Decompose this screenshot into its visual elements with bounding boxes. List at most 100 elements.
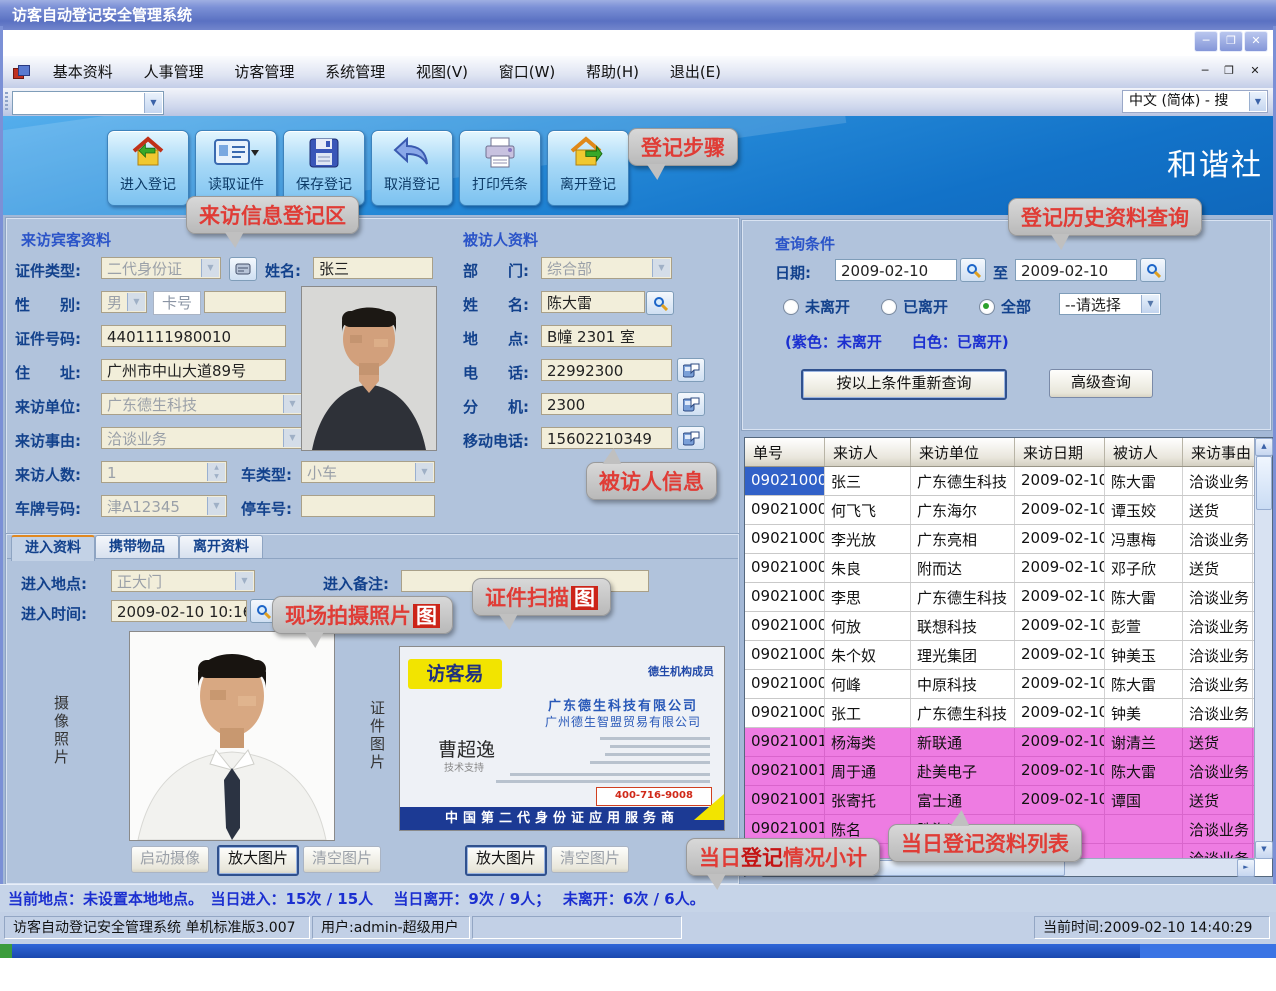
- leave-register-button[interactable]: 离开登记: [547, 130, 629, 206]
- mobile-label: 移动电话:: [463, 430, 529, 451]
- dept-combo[interactable]: 综合部▼: [541, 257, 672, 279]
- date-from-input[interactable]: 2009-02-10: [835, 259, 957, 281]
- clear-photo-button[interactable]: 清空图片: [303, 846, 381, 873]
- location-input[interactable]: B幢 2301 室: [541, 325, 672, 347]
- col-order-no[interactable]: 单号: [745, 438, 825, 466]
- close-button[interactable]: ✕: [1244, 31, 1268, 52]
- toolbar-grip[interactable]: [5, 92, 8, 112]
- zoom-card-button[interactable]: 放大图片: [465, 845, 547, 876]
- visited-name-input[interactable]: 陈大雷: [541, 291, 645, 313]
- col-date[interactable]: 来访日期: [1015, 438, 1105, 466]
- table-row[interactable]: 090210008何峰中原科技2009-02-10陈大雷洽谈业务: [745, 670, 1272, 699]
- restore-button[interactable]: ❐: [1219, 31, 1243, 52]
- tab-entry-data[interactable]: 进入资料: [11, 535, 95, 561]
- car-type-combo[interactable]: 小车▼: [301, 461, 435, 483]
- mobile-input[interactable]: 15602210349: [541, 427, 672, 449]
- table-row[interactable]: 090210004朱良附而达2009-02-10邓子欣送货: [745, 554, 1272, 583]
- radio-all[interactable]: 全部: [979, 296, 1031, 317]
- count-spinner[interactable]: 1 ▲▼: [101, 461, 227, 483]
- menu-basic-data[interactable]: 基本资料: [40, 56, 126, 88]
- vertical-scrollbar[interactable]: ▲ ▼: [1254, 438, 1272, 859]
- cert-type-combo[interactable]: 二代身份证▼: [101, 257, 221, 279]
- menu-system[interactable]: 系统管理: [312, 56, 398, 88]
- zoom-photo-button[interactable]: 放大图片: [217, 845, 299, 876]
- table-row[interactable]: 090210009张工广东德生科技2009-02-10钟美洽谈业务: [745, 699, 1272, 728]
- minimize-button[interactable]: ─: [1194, 31, 1218, 52]
- entry-location-combo[interactable]: 正大门▼: [111, 570, 255, 592]
- parking-input[interactable]: [301, 495, 435, 517]
- address-input[interactable]: 广州市中山大道89号: [101, 359, 286, 381]
- advanced-query-button[interactable]: 高级查询: [1049, 369, 1153, 398]
- save-register-button[interactable]: 保存登记: [283, 130, 365, 206]
- table-row[interactable]: 090210001张三广东德生科技2009-02-10陈大雷洽谈业务: [745, 467, 1272, 496]
- table-row[interactable]: 090210007朱个奴理光集团2009-02-10钟美玉洽谈业务: [745, 641, 1272, 670]
- chevron-down-icon[interactable]: ▼: [1249, 92, 1266, 111]
- visitor-name-input[interactable]: 张三: [313, 257, 433, 279]
- requery-button[interactable]: 按以上条件重新查询: [801, 369, 1007, 400]
- reason-filter-combo[interactable]: --请选择▼: [1059, 293, 1161, 315]
- color-legend: (紫色：未离开 白色：已离开): [785, 331, 1009, 352]
- cert-no-input[interactable]: 4401111980010: [101, 325, 286, 347]
- entry-time-input[interactable]: 2009-02-10 10:16: [111, 600, 247, 622]
- col-reason[interactable]: 来访事由: [1183, 438, 1253, 466]
- date-label: 日期:: [775, 262, 811, 283]
- card-number-input[interactable]: [204, 291, 286, 313]
- language-bar[interactable]: 中文 (简体) - 搜 ▼: [1122, 90, 1268, 113]
- entry-panel: 进入资料 携带物品 离开资料 进入地点: 正大门▼ 进入备注: 进入时间: 20…: [6, 534, 739, 884]
- start-camera-button[interactable]: 启动摄像: [131, 846, 209, 873]
- menu-hr[interactable]: 人事管理: [131, 56, 217, 88]
- phone-input[interactable]: 22992300: [541, 359, 672, 381]
- chevron-down-icon: ▼: [283, 395, 301, 413]
- radio-not-left[interactable]: 未离开: [783, 296, 850, 317]
- name-search-button[interactable]: [646, 291, 674, 315]
- tab-carried-items[interactable]: 携带物品: [95, 535, 179, 559]
- table-row[interactable]: 090210012张寄托富士通2009-02-10谭国送货: [745, 786, 1272, 815]
- table-row[interactable]: 090210010杨海类新联通2009-02-10谢清兰送货: [745, 728, 1272, 757]
- entry-note-label: 进入备注:: [323, 573, 389, 594]
- table-row[interactable]: 090210006何放联想科技2009-02-10彭萱洽谈业务: [745, 612, 1272, 641]
- date-to-picker-button[interactable]: [1140, 258, 1166, 282]
- dial-ext-button[interactable]: [677, 392, 705, 416]
- menu-view[interactable]: 视图(V): [403, 56, 481, 88]
- reason-combo[interactable]: 洽谈业务▼: [101, 427, 303, 449]
- table-row[interactable]: 090210005李思广东德生科技2009-02-10陈大雷洽谈业务: [745, 583, 1272, 612]
- menu-visitor[interactable]: 访客管理: [221, 56, 307, 88]
- table-row[interactable]: 090210002何飞飞广东海尔2009-02-10谭玉姣送货: [745, 496, 1272, 525]
- search-icon: [966, 263, 981, 278]
- plate-combo[interactable]: 津A12345▼: [101, 495, 227, 517]
- date-from-picker-button[interactable]: [960, 258, 986, 282]
- taskbar-tray-sliver: [1140, 944, 1276, 958]
- car-type-label: 车类型:: [241, 464, 292, 485]
- chevron-down-icon: ▼: [235, 572, 253, 590]
- tab-leave-data[interactable]: 离开资料: [179, 535, 263, 559]
- location-label: 地 点:: [463, 328, 529, 349]
- mdi-restore-button[interactable]: ❐: [1220, 63, 1238, 79]
- menu-help[interactable]: 帮助(H): [573, 56, 652, 88]
- mdi-minimize-button[interactable]: ─: [1196, 63, 1214, 79]
- dial-mobile-button[interactable]: [677, 426, 705, 450]
- mdi-close-button[interactable]: ✕: [1246, 63, 1264, 79]
- col-visitor[interactable]: 来访人: [825, 438, 911, 466]
- menu-exit[interactable]: 退出(E): [657, 56, 734, 88]
- print-slip-button[interactable]: 打印凭条: [459, 130, 541, 206]
- toolbar-combo[interactable]: ▼: [12, 91, 164, 115]
- gender-combo[interactable]: 男▼: [101, 291, 147, 313]
- clear-card-button[interactable]: 清空图片: [551, 846, 629, 873]
- table-row[interactable]: 090210011周于通赴美电子2009-02-10陈大雷洽谈业务: [745, 757, 1272, 786]
- card-reader-button[interactable]: [229, 257, 257, 281]
- enter-register-button[interactable]: 进入登记: [107, 130, 189, 206]
- company-combo[interactable]: 广东德生科技▼: [101, 393, 303, 415]
- chevron-down-icon[interactable]: ▼: [144, 93, 162, 113]
- col-visited[interactable]: 被访人: [1105, 438, 1183, 466]
- col-company[interactable]: 来访单位: [911, 438, 1015, 466]
- table-row[interactable]: 090210003李光放广东亮相2009-02-10冯惠梅洽谈业务: [745, 525, 1272, 554]
- table-header: 单号 来访人 来访单位 来访日期 被访人 来访事由: [745, 438, 1272, 467]
- dial-phone-button[interactable]: [677, 358, 705, 382]
- date-to-input[interactable]: 2009-02-10: [1015, 259, 1137, 281]
- read-card-button[interactable]: 读取证件: [195, 130, 277, 206]
- ext-input[interactable]: 2300: [541, 393, 672, 415]
- menu-window[interactable]: 窗口(W): [486, 56, 569, 88]
- radio-left[interactable]: 已离开: [881, 296, 948, 317]
- cancel-register-button[interactable]: 取消登记: [371, 130, 453, 206]
- query-section-title: 查询条件: [775, 233, 835, 254]
